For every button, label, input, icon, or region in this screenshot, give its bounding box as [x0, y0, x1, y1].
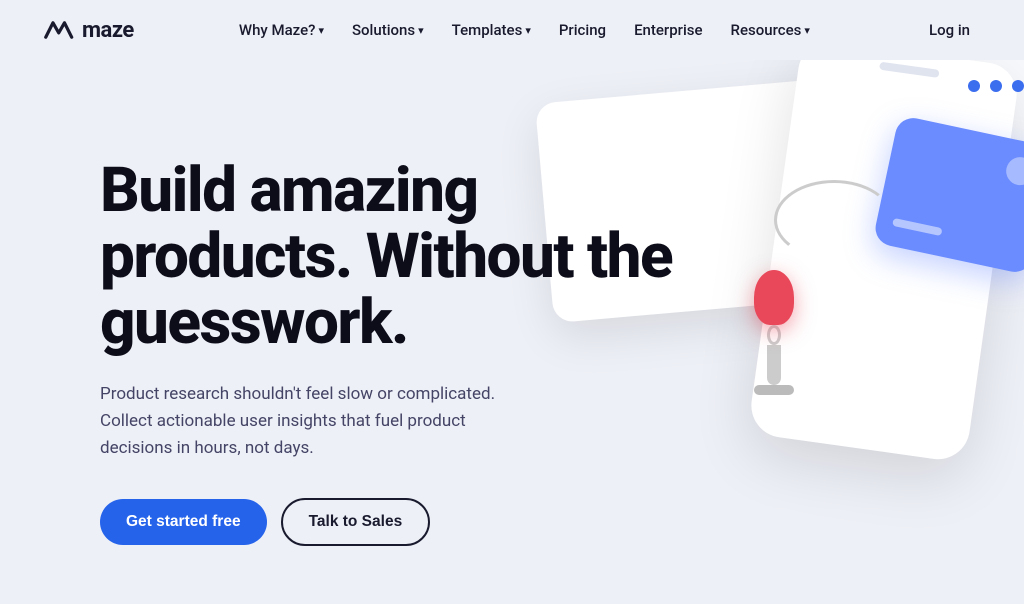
navbar: maze Why Maze? ▾ Solutions ▾ Templates ▾… [0, 0, 1024, 60]
mic-spring [767, 325, 781, 345]
connector-decoration [774, 180, 894, 260]
mic-body [767, 345, 781, 385]
nav-item-why-maze[interactable]: Why Maze? ▾ [229, 15, 334, 45]
get-started-button[interactable]: Get started free [100, 499, 267, 545]
mic-illustration [754, 270, 794, 395]
hero-subtitle: Product research shouldn't feel slow or … [100, 381, 500, 463]
dots-decoration [968, 80, 1024, 92]
logo[interactable]: maze [40, 18, 134, 43]
chevron-down-icon: ▾ [525, 24, 531, 37]
nav-links: Why Maze? ▾ Solutions ▾ Templates ▾ Pric… [229, 15, 820, 45]
chevron-down-icon: ▾ [318, 24, 324, 37]
nav-item-solutions[interactable]: Solutions ▾ [342, 15, 434, 45]
talk-to-sales-button[interactable]: Talk to Sales [281, 498, 431, 546]
mic-stand [754, 385, 794, 395]
logo-text: maze [82, 18, 134, 43]
dot-3 [1012, 80, 1024, 92]
nav-item-pricing[interactable]: Pricing [549, 15, 616, 45]
nav-right: Log in [915, 15, 984, 45]
mic-head [754, 270, 794, 325]
chevron-down-icon: ▾ [804, 24, 810, 37]
chevron-down-icon: ▾ [418, 24, 424, 37]
dot-1 [968, 80, 980, 92]
nav-item-templates[interactable]: Templates ▾ [442, 15, 541, 45]
dot-2 [990, 80, 1002, 92]
login-button[interactable]: Log in [915, 15, 984, 45]
hero-content: Build amazing products. Without the gues… [100, 158, 740, 547]
hero-title: Build amazing products. Without the gues… [100, 158, 740, 357]
nav-item-enterprise[interactable]: Enterprise [624, 15, 712, 45]
nav-item-resources[interactable]: Resources ▾ [721, 15, 820, 45]
hero-section: Build amazing products. Without the gues… [0, 60, 1024, 604]
hero-buttons: Get started free Talk to Sales [100, 498, 740, 546]
